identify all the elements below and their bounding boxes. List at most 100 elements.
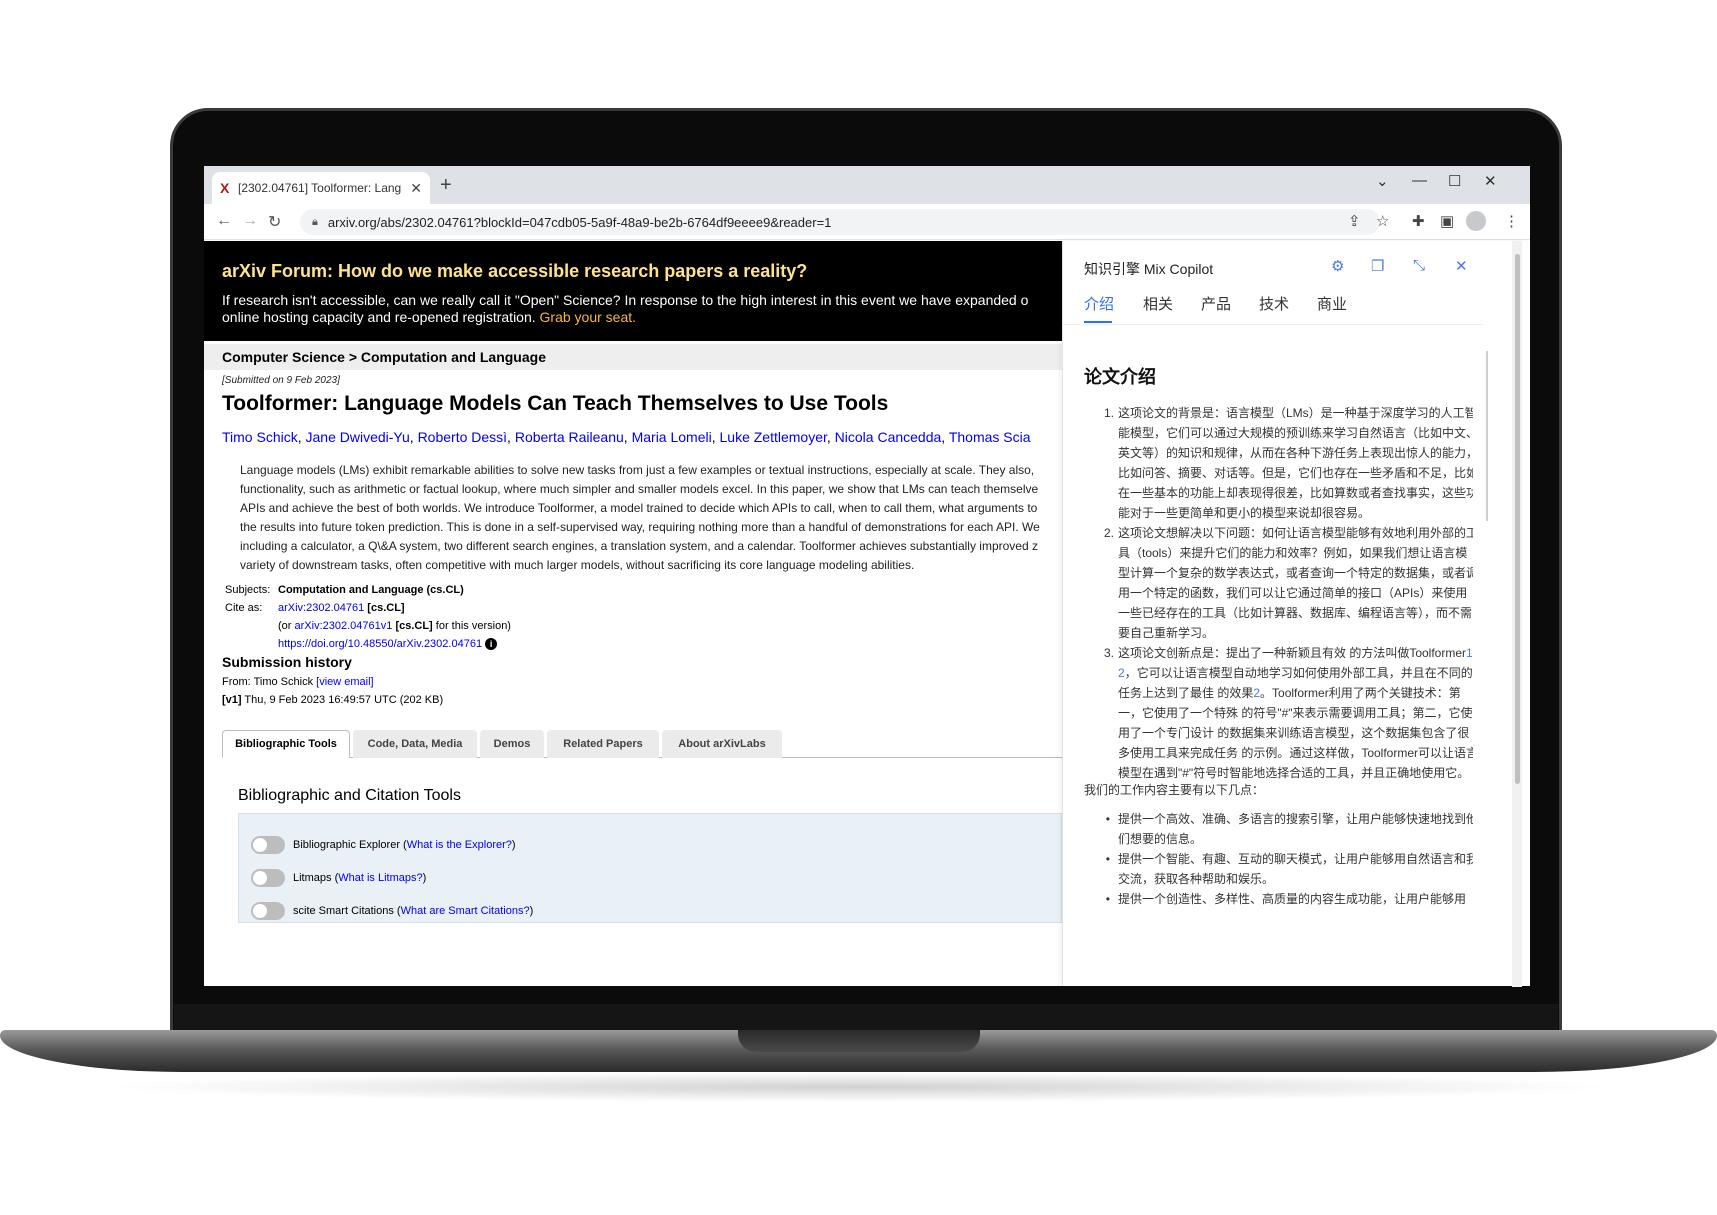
new-tab-button[interactable]: + (440, 174, 452, 197)
author-link[interactable]: Jane Dwivedi-Yu (306, 429, 410, 445)
toggle-switch[interactable] (251, 869, 285, 887)
close-tab-icon[interactable]: ✕ (410, 180, 422, 197)
paper-title: Toolformer: Language Models Can Teach Th… (222, 392, 889, 415)
cite-row: Cite as: arXiv:2302.04761 [cs.CL] (225, 599, 511, 617)
content-scrollbar[interactable] (1486, 351, 1488, 521)
bullet-icon: • (1105, 852, 1110, 866)
cite-v1-link[interactable]: arXiv:2302.04761v1 (295, 620, 393, 632)
info-icon[interactable]: i (485, 638, 498, 650)
author-link[interactable]: Timo Schick (222, 429, 298, 445)
work-intro: 我们的工作内容主要有以下几点： (1084, 783, 1265, 797)
subjects-value: Computation and Language (cs.CL) (278, 584, 464, 596)
side-panel-icon[interactable]: ▣ (1440, 212, 1454, 230)
list-number: 2. (1103, 526, 1114, 540)
tool-label: scite Smart Citations ( (293, 905, 401, 917)
back-icon[interactable]: ← (216, 212, 232, 230)
tab-about-arxivlabs[interactable]: About arXivLabs (662, 730, 782, 758)
tab-intro[interactable]: 介绍 (1084, 293, 1114, 314)
list-number: 1. (1103, 406, 1114, 420)
toggle-switch[interactable] (251, 902, 285, 920)
page-scrollbar-thumb[interactable] (1515, 254, 1520, 784)
list-item: 1. 这项论文的背景是：语言模型（LMs）是一种基于深度学习的人工智能模型，它们可… (1084, 403, 1473, 523)
tool-label: Litmaps ( (293, 872, 339, 884)
arxiv-favicon-icon: X (220, 180, 230, 196)
list-text: 提供一个创造性、多样性、高质量的内容生成功能，让用户能够用 (1118, 892, 1467, 906)
tab-demos[interactable]: Demos (480, 730, 544, 758)
view-email-link[interactable]: [view email] (316, 676, 373, 688)
intro-points: 1. 这项论文的背景是：语言模型（LMs）是一种基于深度学习的人工智能模型，它们可… (1084, 403, 1473, 783)
tool-label-end: ) (529, 905, 534, 917)
list-text-part: 。Toolformer利用了两个关键技术：第一，它使用了一个特殊 的符号"#"来… (1118, 686, 1473, 780)
list-number: 3. (1103, 646, 1114, 660)
author-link[interactable]: Maria Lomeli (632, 429, 712, 445)
laptop-chin (174, 1004, 1558, 1032)
cite-tag: [cs.CL] (367, 602, 405, 614)
list-text: 这项论文的背景是：语言模型（LMs）是一种基于深度学习的人工智能模型，它们可以通… (1118, 406, 1473, 520)
cite-version-row: (or arXiv:2302.04761v1 [cs.CL] for this … (225, 617, 511, 635)
tab-search-icon[interactable]: ⌄ (1376, 172, 1389, 190)
biblio-heading: Bibliographic and Citation Tools (238, 787, 461, 804)
abstract-line: Language models (LMs) exhibit remarkable… (240, 463, 1035, 477)
submitted-date: [Submitted on 9 Feb 2023] (222, 375, 340, 386)
tool-help-link[interactable]: What is Litmaps? (338, 872, 422, 884)
list-text: 这项论文想解决以下问题：如何让语言模型能够有效地利用外部的工具（tools）来提… (1118, 526, 1473, 640)
forum-banner: arXiv Forum: How do we make accessible r… (204, 241, 1062, 341)
extensions-icon[interactable]: ✚ (1412, 212, 1425, 230)
v1-tag: [v1] (222, 694, 242, 706)
list-text: 提供一个智能、有趣、互动的聊天模式，让用户能够用自然语言和我交流，获取各种帮助和… (1118, 852, 1473, 886)
submission-history-heading: Submission history (222, 654, 352, 670)
close-window-icon[interactable]: ✕ (1484, 172, 1497, 190)
tool-help-link[interactable]: What are Smart Citations? (401, 905, 530, 917)
tool-help-link[interactable]: What is the Explorer? (407, 839, 512, 851)
tab-code-data-media[interactable]: Code, Data, Media (353, 730, 477, 758)
minimize-icon[interactable]: — (1412, 172, 1427, 189)
close-panel-icon[interactable]: ✕ (1455, 257, 1468, 275)
cite-link[interactable]: arXiv:2302.04761 (278, 602, 364, 614)
grab-seat-link[interactable]: Grab your seat. (540, 309, 637, 325)
abstract-line: functionality, such as arithmetic or fac… (240, 482, 1039, 496)
tab-related[interactable]: 相关 (1143, 293, 1173, 314)
toggle-switch[interactable] (251, 836, 285, 854)
copy-icon[interactable]: ❐ (1371, 257, 1384, 275)
tab-related-papers[interactable]: Related Papers (547, 730, 659, 758)
abstract-line: variety of downstream tasks, often compe… (240, 558, 915, 572)
copilot-title: 知识引擎 Mix Copilot (1084, 261, 1214, 277)
doi-link[interactable]: https://doi.org/10.48550/arXiv.2302.0476… (278, 638, 482, 650)
author-link[interactable]: Nicola Cancedda (835, 429, 942, 445)
paper-metadata: Subjects: Computation and Language (cs.C… (225, 581, 511, 653)
tab-tech[interactable]: 技术 (1259, 293, 1289, 314)
author-list: Timo Schick, Jane Dwivedi-Yu, Roberto De… (222, 429, 1031, 445)
banner-body-line2: online hosting capacity and re-opened re… (222, 309, 536, 325)
banner-body: If research isn't accessible, can we rea… (222, 292, 1042, 326)
author-link[interactable]: Luke Zettlemoyer (720, 429, 827, 445)
profile-avatar-icon[interactable] (1466, 211, 1486, 231)
submission-v1: [v1] Thu, 9 Feb 2023 16:49:57 UTC (202 K… (222, 694, 443, 706)
lock-icon: 🔒︎ (312, 215, 318, 228)
address-bar[interactable]: 🔒︎ arxiv.org/abs/2302.04761?blockId=047c… (300, 209, 1380, 235)
author-link[interactable]: Thomas Scia (949, 429, 1031, 445)
reload-icon[interactable]: ↻ (268, 212, 281, 232)
forward-icon[interactable]: → (242, 212, 258, 230)
laptop-shadow (100, 1072, 1617, 1102)
author-link[interactable]: Roberto Dessì (418, 429, 507, 445)
cite-v1-tag: [cs.CL] (395, 620, 433, 632)
url-text: arxiv.org/abs/2302.04761?blockId=047cdb0… (327, 214, 832, 230)
doi-row: https://doi.org/10.48550/arXiv.2302.0476… (225, 635, 511, 653)
bookmark-star-icon[interactable]: ☆ (1376, 212, 1389, 230)
maximize-icon[interactable]: ☐ (1448, 172, 1461, 190)
menu-kebab-icon[interactable]: ⋮ (1504, 212, 1519, 230)
share-icon[interactable]: ⇪ (1348, 212, 1361, 230)
browser-tab[interactable]: X [2302.04761] Toolformer: Lang ✕ (212, 172, 430, 204)
browser-toolbar: ← → ↻ 🔒︎ arxiv.org/abs/2302.04761?blockI… (204, 204, 1530, 240)
list-item: • 提供一个高效、准确、多语言的搜索引擎，让用户能够快速地找到他们想要的信息。 (1084, 809, 1473, 849)
tool-label-end: ) (511, 839, 516, 851)
tab-strip: X [2302.04761] Toolformer: Lang ✕ + ⌄ — … (204, 166, 1530, 204)
tab-bibliographic-tools[interactable]: Bibliographic Tools (222, 730, 350, 758)
list-text: 这项论文创新点是：提出了一种新颖且有效 的方法叫做Toolformer1 2，它… (1118, 643, 1473, 783)
list-item: 2. 这项论文想解决以下问题：如何让语言模型能够有效地利用外部的工具（tools）… (1084, 523, 1473, 643)
author-link[interactable]: Roberta Raileanu (515, 429, 624, 445)
tab-business[interactable]: 商业 (1317, 293, 1347, 314)
tab-product[interactable]: 产品 (1201, 293, 1231, 314)
collapse-icon[interactable]: ⤡ (1413, 257, 1425, 274)
settings-gear-icon[interactable]: ⚙ (1331, 257, 1344, 275)
